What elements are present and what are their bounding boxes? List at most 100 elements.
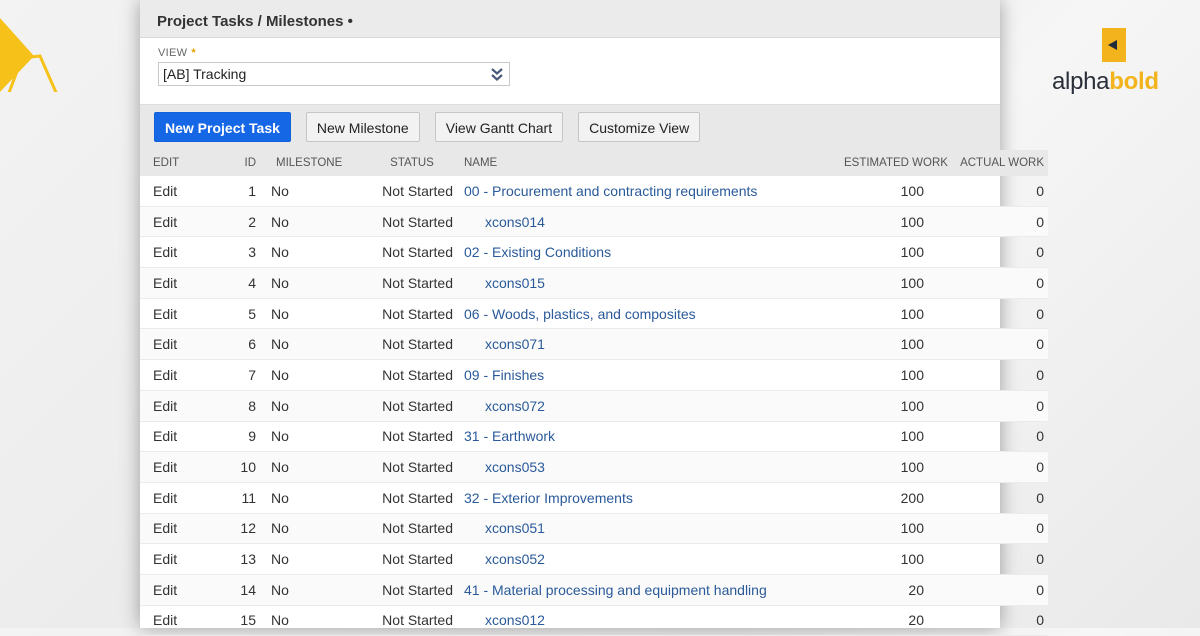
row-name-link[interactable]: 06 - Woods, plastics, and composites xyxy=(453,298,844,330)
panel-title: Project Tasks / Milestones • xyxy=(140,0,1000,38)
task-name[interactable]: 00 - Procurement and contracting require… xyxy=(464,183,757,199)
table-row: Edit 8 No Not Started xcons072 100 0 xyxy=(140,390,1048,422)
new-milestone-button[interactable]: New Milestone xyxy=(305,112,420,142)
edit-link[interactable]: Edit xyxy=(140,421,211,453)
edit-link[interactable]: Edit xyxy=(140,298,211,330)
table-row: Edit 7 No Not Started 09 - Finishes 100 0 xyxy=(140,359,1048,391)
row-name-link[interactable]: xcons052 xyxy=(453,543,844,575)
row-milestone: No xyxy=(256,421,371,453)
row-milestone: No xyxy=(256,451,371,483)
view-select[interactable]: [AB] Tracking xyxy=(158,62,510,86)
row-actual-work: 0 xyxy=(924,543,1048,575)
row-name-link[interactable]: xcons012 xyxy=(453,605,844,636)
row-name-link[interactable]: xcons071 xyxy=(453,328,844,361)
row-name-link[interactable]: 09 - Finishes xyxy=(453,359,844,391)
edit-link[interactable]: Edit xyxy=(140,451,211,483)
alphabold-logo-icon xyxy=(1102,28,1126,62)
task-name[interactable]: 32 - Exterior Improvements xyxy=(464,490,633,506)
row-estimated-work: 100 xyxy=(844,421,924,453)
view-gantt-chart-button[interactable]: View Gantt Chart xyxy=(434,112,564,142)
row-status: Not Started xyxy=(371,206,453,238)
task-name[interactable]: 31 - Earthwork xyxy=(464,428,555,444)
row-name-link[interactable]: xcons015 xyxy=(453,267,844,299)
double-chevron-down-icon xyxy=(491,68,503,81)
row-name-link[interactable]: xcons014 xyxy=(453,206,844,238)
view-select-value: [AB] Tracking xyxy=(163,66,247,82)
task-name[interactable]: xcons072 xyxy=(464,398,545,414)
row-id: 12 xyxy=(211,513,256,545)
edit-link[interactable]: Edit xyxy=(140,236,211,269)
row-name-link[interactable]: 41 - Material processing and equipment h… xyxy=(453,574,844,606)
task-name[interactable]: xcons015 xyxy=(464,275,545,291)
task-name[interactable]: xcons071 xyxy=(464,336,545,352)
task-name[interactable]: 09 - Finishes xyxy=(464,367,544,383)
table-row: Edit 14 No Not Started 41 - Material process… xyxy=(140,574,1048,606)
edit-link[interactable]: Edit xyxy=(140,513,211,545)
row-status: Not Started xyxy=(371,482,453,514)
row-id: 15 xyxy=(211,605,256,636)
customize-view-button[interactable]: Customize View xyxy=(578,112,701,142)
task-name[interactable]: xcons014 xyxy=(464,214,545,230)
header-edit[interactable]: EDIT xyxy=(140,150,211,176)
row-milestone: No xyxy=(256,390,371,422)
tasks-table: EDIT ID MILESTONE STATUS NAME ESTIMATED … xyxy=(140,150,1048,636)
task-name[interactable]: 02 - Existing Conditions xyxy=(464,244,611,260)
header-status[interactable]: STATUS xyxy=(371,150,453,176)
required-marker: * xyxy=(191,47,196,59)
brand-name-part2: bold xyxy=(1109,68,1159,95)
table-row: Edit 4 No Not Started xcons015 100 0 xyxy=(140,267,1048,299)
view-label-text: VIEW xyxy=(158,47,188,59)
edit-link[interactable]: Edit xyxy=(140,206,211,238)
row-status: Not Started xyxy=(371,513,453,545)
edit-link[interactable]: Edit xyxy=(140,359,211,391)
row-name-link[interactable]: xcons072 xyxy=(453,390,844,422)
row-milestone: No xyxy=(256,482,371,514)
table-row: Edit 12 No Not Started xcons051 100 0 xyxy=(140,513,1048,545)
header-estimated-work[interactable]: ESTIMATED WORK xyxy=(844,150,948,176)
task-name[interactable]: xcons052 xyxy=(464,551,545,567)
row-actual-work: 0 xyxy=(924,359,1048,391)
edit-link[interactable]: Edit xyxy=(140,543,211,575)
row-id: 11 xyxy=(211,482,256,514)
row-id: 8 xyxy=(211,390,256,422)
row-name-link[interactable]: 32 - Exterior Improvements xyxy=(453,482,844,514)
row-actual-work: 0 xyxy=(924,513,1048,545)
toolbar: New Project Task New Milestone View Gant… xyxy=(140,104,1000,150)
edit-link[interactable]: Edit xyxy=(140,176,211,207)
row-estimated-work: 200 xyxy=(844,482,924,514)
row-milestone: No xyxy=(256,543,371,575)
row-estimated-work: 20 xyxy=(844,574,924,606)
row-estimated-work: 100 xyxy=(844,451,924,483)
row-name-link[interactable]: xcons053 xyxy=(453,451,844,483)
row-id: 6 xyxy=(211,328,256,361)
row-milestone: No xyxy=(256,574,371,606)
edit-link[interactable]: Edit xyxy=(140,390,211,422)
header-milestone[interactable]: MILESTONE xyxy=(256,150,371,176)
row-milestone: No xyxy=(256,359,371,391)
edit-link[interactable]: Edit xyxy=(140,482,211,514)
header-id[interactable]: ID xyxy=(211,150,256,176)
task-name[interactable]: xcons051 xyxy=(464,520,545,536)
table-row: Edit 15 No Not Started xcons012 20 0 xyxy=(140,605,1048,636)
row-name-link[interactable]: xcons051 xyxy=(453,513,844,545)
task-name[interactable]: xcons012 xyxy=(464,612,545,628)
edit-link[interactable]: Edit xyxy=(140,267,211,299)
row-id: 1 xyxy=(211,176,256,207)
new-project-task-button[interactable]: New Project Task xyxy=(154,112,291,142)
edit-link[interactable]: Edit xyxy=(140,605,211,636)
task-name[interactable]: 06 - Woods, plastics, and composites xyxy=(464,306,696,322)
row-status: Not Started xyxy=(371,176,453,207)
row-name-link[interactable]: 31 - Earthwork xyxy=(453,421,844,453)
edit-link[interactable]: Edit xyxy=(140,574,211,606)
row-actual-work: 0 xyxy=(924,328,1048,361)
task-name[interactable]: 41 - Material processing and equipment h… xyxy=(464,582,767,598)
task-name[interactable]: xcons053 xyxy=(464,459,545,475)
table-row: Edit 2 No Not Started xcons014 100 0 xyxy=(140,206,1048,238)
row-name-link[interactable]: 02 - Existing Conditions xyxy=(453,236,844,269)
header-name[interactable]: NAME xyxy=(453,150,844,176)
row-estimated-work: 100 xyxy=(844,390,924,422)
row-name-link[interactable]: 00 - Procurement and contracting require… xyxy=(453,176,844,207)
row-status: Not Started xyxy=(371,451,453,483)
row-id: 5 xyxy=(211,298,256,330)
edit-link[interactable]: Edit xyxy=(140,328,211,361)
